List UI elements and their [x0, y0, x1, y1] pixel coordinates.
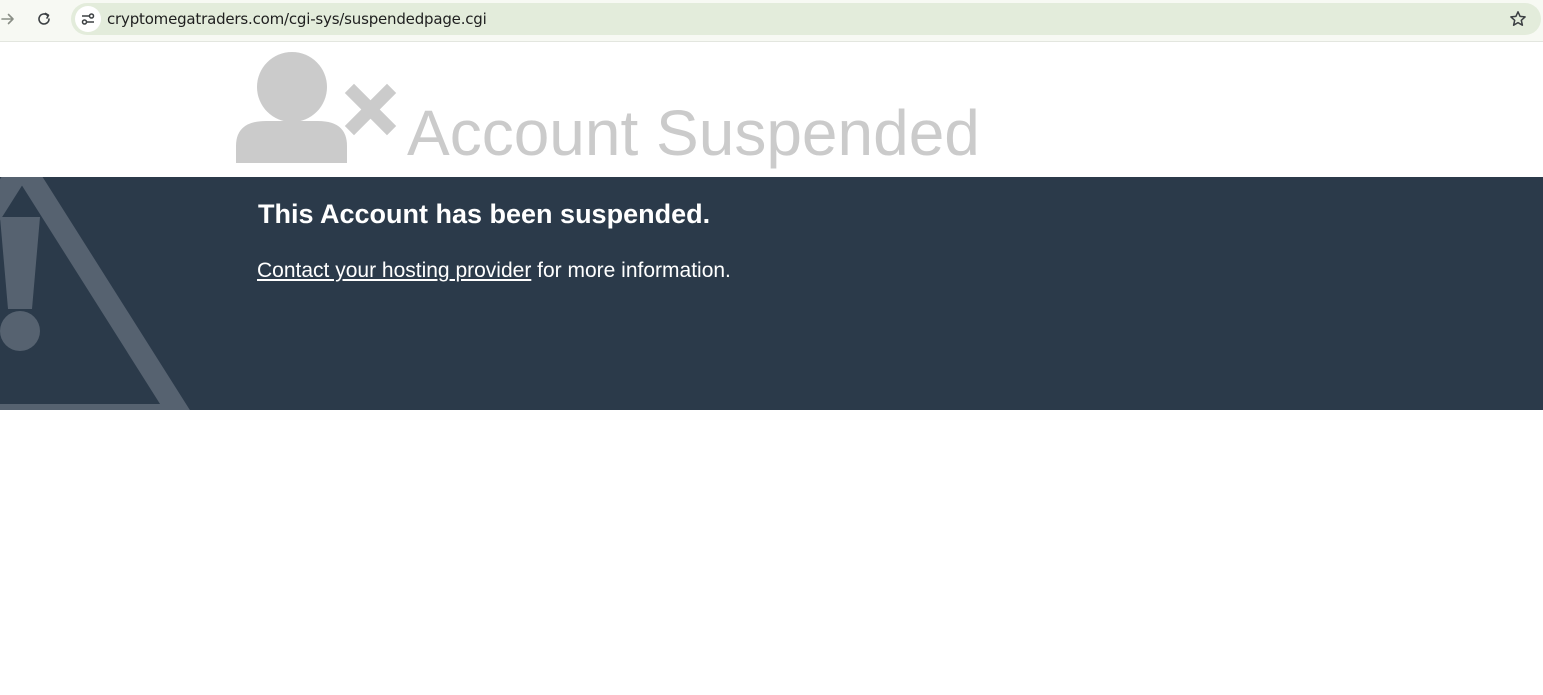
- browser-toolbar: cryptomegatraders.com/cgi-sys/suspendedp…: [0, 0, 1543, 42]
- suspension-heading: This Account has been suspended.: [258, 199, 711, 229]
- page-title: Account Suspended: [407, 97, 980, 169]
- tune-icon: [81, 13, 95, 25]
- user-x-icon: [236, 52, 397, 163]
- star-icon: [1510, 11, 1526, 26]
- reload-button[interactable]: [32, 7, 56, 31]
- message-suffix: for more information.: [531, 259, 731, 282]
- address-bar[interactable]: cryptomegatraders.com/cgi-sys/suspendedp…: [71, 3, 1541, 35]
- arrow-right-icon: [1, 13, 14, 25]
- forward-button[interactable]: [0, 7, 20, 31]
- bookmark-button[interactable]: [1507, 8, 1529, 30]
- page-header: Account Suspended: [0, 43, 1543, 177]
- suspension-message: Contact your hosting provider for more i…: [257, 259, 731, 283]
- warning-icon: [0, 177, 190, 410]
- suspension-banner: This Account has been suspended. Contact…: [0, 177, 1543, 410]
- url-text[interactable]: cryptomegatraders.com/cgi-sys/suspendedp…: [107, 10, 487, 28]
- contact-hosting-link[interactable]: Contact your hosting provider: [257, 259, 531, 282]
- reload-icon: [38, 12, 50, 25]
- site-info-button[interactable]: [75, 6, 101, 32]
